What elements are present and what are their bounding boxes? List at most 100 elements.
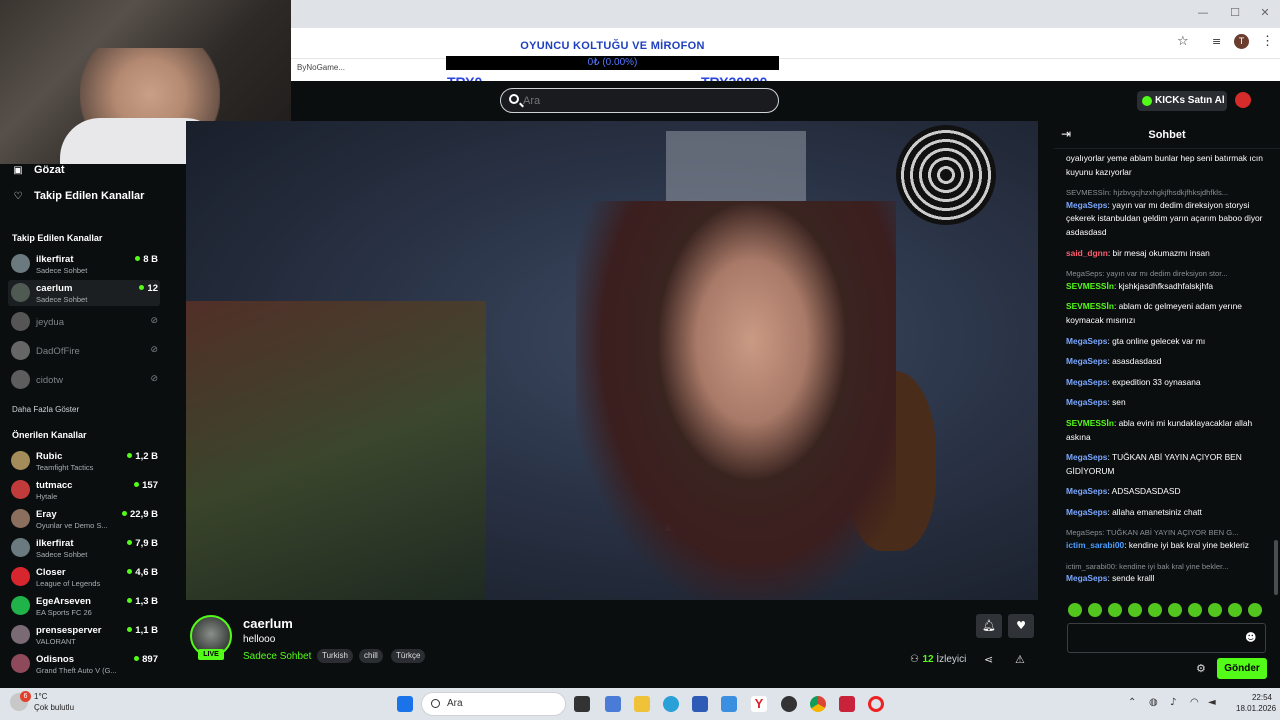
chat-username[interactable]: MegaSeps — [1066, 486, 1107, 496]
streamer-name[interactable]: caerlum — [243, 616, 293, 631]
user-avatar[interactable] — [1235, 92, 1251, 108]
chat-settings-icon[interactable]: ⚙ — [1196, 662, 1206, 675]
maximize-icon[interactable]: ☐ — [1228, 6, 1242, 20]
nav-following[interactable]: ♡ Takip Edilen Kanallar — [12, 190, 145, 202]
chat-username[interactable]: MegaSeps — [1066, 356, 1107, 366]
chat-username[interactable]: MegaSeps — [1066, 452, 1107, 462]
chat-message[interactable]: SEVMESSİn: abla evini mi kundaklayacakla… — [1066, 417, 1266, 444]
network-tray-icon[interactable]: ◍ — [1149, 697, 1158, 708]
opera-icon[interactable] — [868, 696, 884, 712]
microphone-tray-icon[interactable]: ♪ — [1170, 697, 1176, 708]
browser-menu-icon[interactable]: ⋮ — [1261, 33, 1274, 49]
yandex-icon[interactable]: Y — [751, 696, 767, 712]
followed-channel[interactable]: caerlum Sadece Sohbet 12 — [8, 280, 160, 306]
taskbar-search[interactable]: Ara — [421, 692, 566, 716]
tray-chevron-icon[interactable]: ⌃ — [1128, 697, 1136, 708]
followed-channel[interactable]: jeydua ⊘ — [8, 309, 160, 335]
chat-message-list[interactable]: oyalıyorlar yeme ablam bunlar hep seni b… — [1066, 152, 1266, 594]
recommended-channel[interactable]: tutmacc Hytale 157 — [8, 477, 160, 503]
chat-username[interactable]: MegaSeps — [1066, 336, 1107, 346]
chat-message[interactable]: MegaSeps: TUĞKAN ABİ YAYIN AÇIYOR BEN G.… — [1066, 526, 1266, 552]
search-input[interactable] — [523, 92, 763, 109]
windows-start-icon[interactable] — [397, 696, 413, 712]
chat-message[interactable]: ictim_sarabi00: kendine iyi bak kral yin… — [1066, 560, 1266, 586]
app-icon[interactable] — [781, 696, 797, 712]
nav-browse[interactable]: ▣ Gözat — [12, 164, 64, 176]
tag-chip[interactable]: chill — [359, 649, 383, 663]
chat-input[interactable] — [1067, 623, 1266, 653]
wifi-icon[interactable]: ◠ — [1190, 697, 1199, 708]
chat-message[interactable]: MegaSeps: yayın var mı dedim direksiyon … — [1066, 267, 1266, 293]
edge-icon[interactable] — [663, 696, 679, 712]
recommended-channel[interactable]: Odisnos Grand Theft Auto V (G... 897 — [8, 651, 160, 677]
recommended-channel[interactable]: Eray Oyunlar ve Demo S... 22,9 B — [8, 506, 160, 532]
address-bar[interactable]: ☆ ≡ T ⋮ — [291, 28, 1280, 58]
emote-icon[interactable] — [1168, 603, 1182, 617]
profile-avatar[interactable]: T — [1234, 34, 1249, 49]
chat-message[interactable]: SEVMESSİn: ablam dc gelmeyeni adam yerın… — [1066, 300, 1266, 327]
chat-username[interactable]: SEVMESSİn — [1066, 301, 1114, 311]
chat-message[interactable]: said_dgnn: bir mesaj okumazmı insan — [1066, 247, 1266, 261]
chat-username[interactable]: ictim_sarabi00 — [1066, 540, 1124, 550]
store-icon[interactable] — [692, 696, 708, 712]
followed-channel[interactable]: DadOfFire ⊘ — [8, 338, 160, 364]
search-box[interactable] — [500, 88, 779, 113]
tag-chip[interactable]: Türkçe — [391, 649, 426, 663]
emote-icon[interactable] — [1148, 603, 1162, 617]
emote-icon[interactable] — [1208, 603, 1222, 617]
report-icon[interactable]: ⚠ — [1015, 653, 1025, 666]
recommended-channel[interactable]: Rubic Teamfight Tactics 1,2 B — [8, 448, 160, 474]
recommended-channel[interactable]: EgeArseven EA Sports FC 26 1,3 B — [8, 593, 160, 619]
chat-username[interactable]: MegaSeps — [1066, 507, 1107, 517]
video-player[interactable] — [186, 121, 1038, 600]
chat-username[interactable]: MegaSeps — [1066, 573, 1107, 583]
chat-username[interactable]: MegaSeps — [1066, 397, 1107, 407]
emote-icon[interactable] — [1248, 603, 1262, 617]
tag-chip[interactable]: Turkish — [317, 649, 353, 663]
mail-icon[interactable] — [721, 696, 737, 712]
show-more-link[interactable]: Daha Fazla Göster — [12, 405, 79, 414]
volume-icon[interactable]: ◄ — [1208, 697, 1216, 708]
widgets-icon[interactable] — [605, 696, 621, 712]
chat-message[interactable]: MegaSeps: TUĞKAN ABİ YAYIN AÇIYOR BEN Gİ… — [1066, 451, 1266, 478]
bookmark-item[interactable]: ByNoGame... — [297, 63, 345, 72]
emote-icon[interactable] — [1128, 603, 1142, 617]
playlist-icon[interactable]: ≡ — [1212, 35, 1221, 48]
recommended-channel[interactable]: prensesperver VALORANT 1,1 B — [8, 622, 160, 648]
chat-message[interactable]: MegaSeps: asasdasdasd — [1066, 355, 1266, 369]
taskbar-clock[interactable]: 22:54 18.01.2026 — [1236, 692, 1276, 714]
recommended-channel[interactable]: Closer League of Legends 4,6 B — [8, 564, 160, 590]
notification-bell-button[interactable]: 🔔︎ — [976, 614, 1002, 638]
close-icon[interactable]: ✕ — [1258, 6, 1272, 20]
chat-message[interactable]: MegaSeps: ADSASDASDASD — [1066, 485, 1266, 499]
chat-message[interactable]: MegaSeps: allaha emanetsiniz chatt — [1066, 506, 1266, 520]
emoji-picker-icon[interactable]: ☻ — [1245, 631, 1256, 644]
chat-message[interactable]: oyalıyorlar yeme ablam bunlar hep seni b… — [1066, 152, 1266, 179]
chat-username[interactable]: SEVMESSİn — [1066, 418, 1114, 428]
chat-username[interactable]: SEVMESSİn — [1066, 281, 1114, 291]
chrome-icon[interactable] — [810, 696, 826, 712]
followed-channel[interactable]: cidotw ⊘ — [8, 367, 160, 393]
chat-username[interactable]: MegaSeps — [1066, 377, 1107, 387]
follow-button[interactable]: ♥ — [1008, 614, 1034, 638]
recommended-channel[interactable]: ilkerfirat Sadece Sohbet 7,9 B — [8, 535, 160, 561]
bookmark-star-icon[interactable]: ☆ — [1177, 34, 1189, 49]
chat-username[interactable]: MegaSeps — [1066, 200, 1107, 210]
chat-message[interactable]: MegaSeps: gta online gelecek var mı — [1066, 335, 1266, 349]
emote-icon[interactable] — [1228, 603, 1242, 617]
stream-category-link[interactable]: Sadece Sohbet — [243, 651, 311, 662]
file-explorer-icon[interactable] — [634, 696, 650, 712]
emote-icon[interactable] — [1068, 603, 1082, 617]
minimize-icon[interactable]: — — [1196, 6, 1210, 20]
followed-channel[interactable]: ilkerfirat Sadece Sohbet 8 B — [8, 251, 160, 277]
emote-icon[interactable] — [1108, 603, 1122, 617]
chat-message[interactable]: MegaSeps: expedition 33 oynasana — [1066, 376, 1266, 390]
chat-message[interactable]: MegaSeps: sen — [1066, 396, 1266, 410]
task-view-icon[interactable] — [574, 696, 590, 712]
emote-icon[interactable] — [1088, 603, 1102, 617]
chat-username[interactable]: said_dgnn — [1066, 248, 1108, 258]
buy-kicks-button[interactable]: KICKs Satın Al — [1137, 91, 1227, 111]
share-icon[interactable]: ⋖ — [984, 653, 993, 666]
chat-scrollbar[interactable] — [1274, 540, 1278, 595]
emote-icon[interactable] — [1188, 603, 1202, 617]
